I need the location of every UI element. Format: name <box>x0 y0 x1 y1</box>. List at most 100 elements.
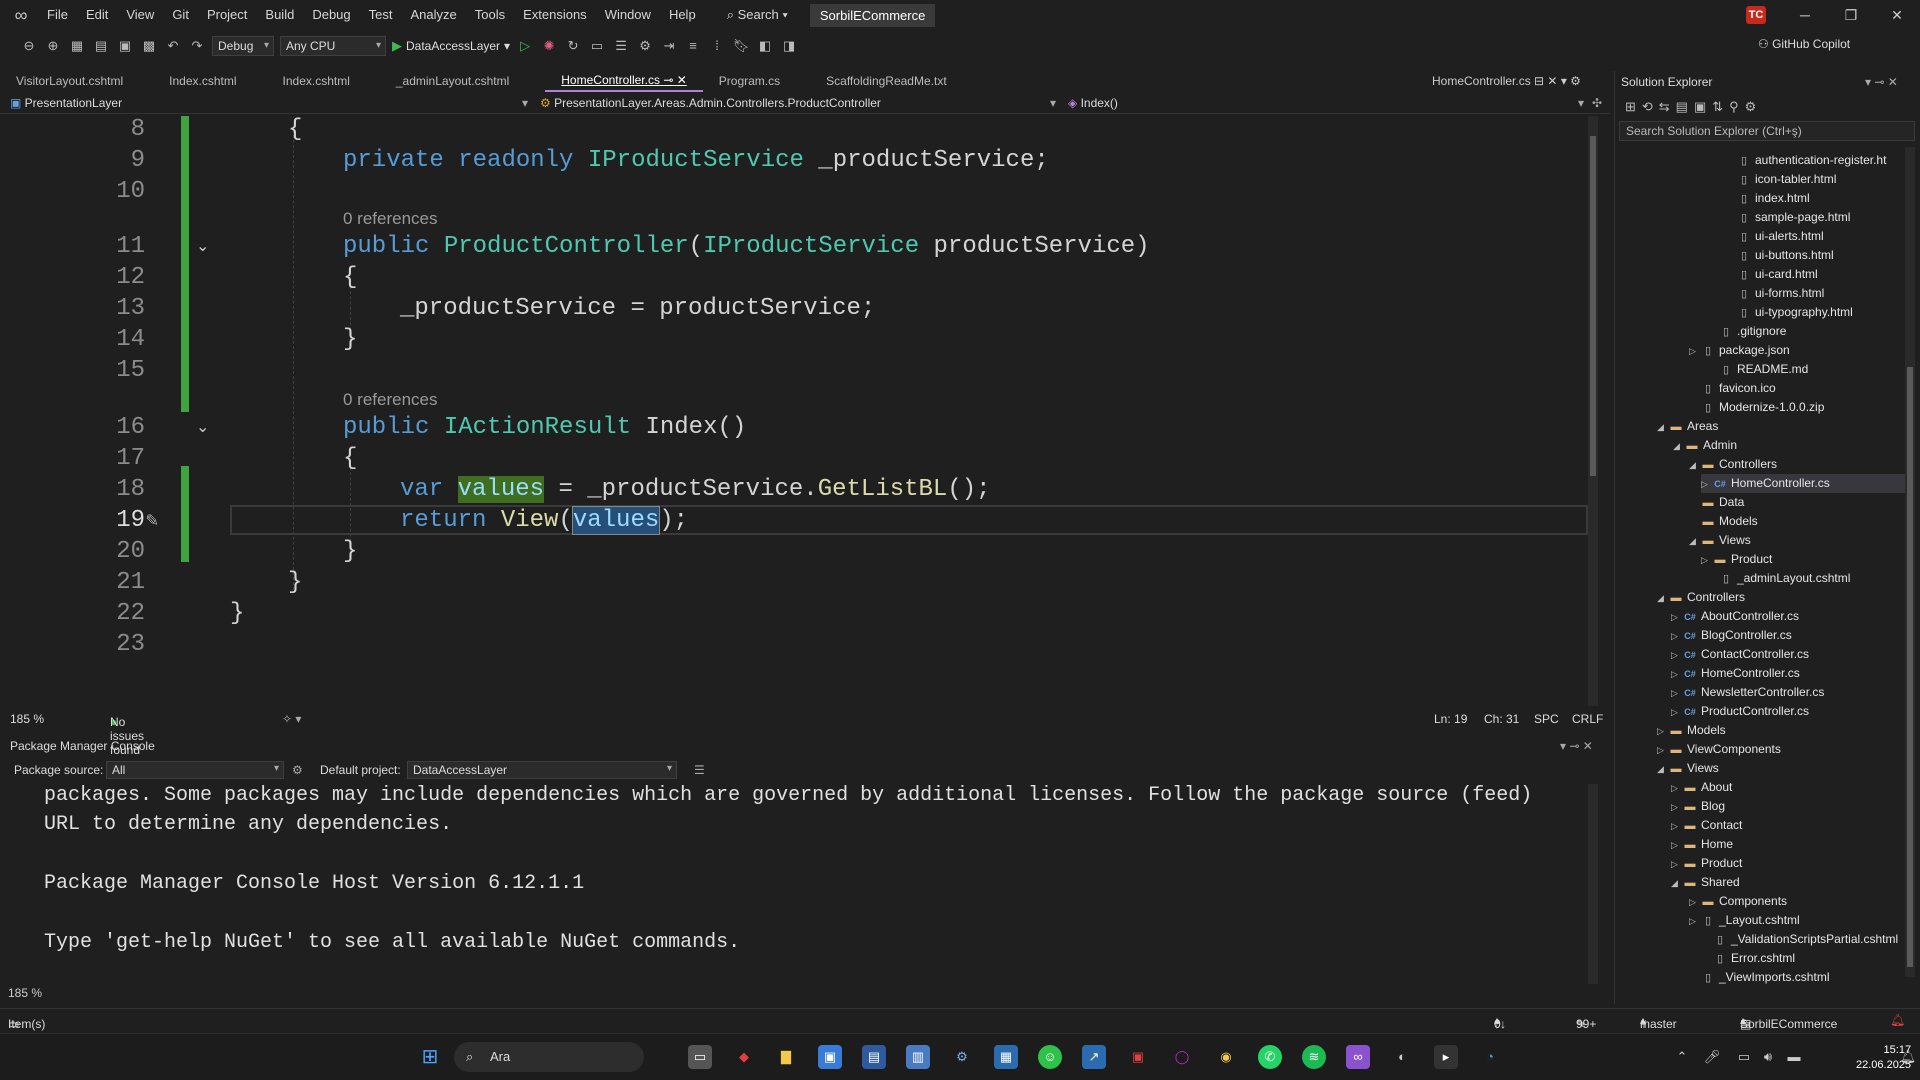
store-icon[interactable]: ▥ <box>906 1045 930 1069</box>
expand-arrow-icon[interactable]: ▷ <box>1701 475 1713 494</box>
expand-arrow-icon[interactable]: ▷ <box>1671 779 1683 798</box>
save-icon[interactable]: ▣ <box>116 37 134 55</box>
tree-file[interactable]: ▷ C# NewsletterController.cs <box>1671 683 1911 702</box>
step-icon[interactable]: ⇥ <box>660 37 678 55</box>
expand-arrow-icon[interactable]: ▷ <box>1671 684 1683 703</box>
tools-icon[interactable]: ⚙ <box>636 37 654 55</box>
tree-folder[interactable]: ◢ ▬ Views <box>1689 531 1911 550</box>
tree-file[interactable]: ▯ favicon.ico <box>1689 379 1911 398</box>
whitespace-indicator[interactable]: SPC <box>1534 712 1559 726</box>
comment-icon[interactable]: ⁞ <box>708 37 726 55</box>
menu-view[interactable]: View <box>117 0 163 30</box>
tree-file[interactable]: ▯ _ViewImports.cshtml <box>1689 968 1911 987</box>
tree-folder[interactable]: ▷ ▬ Product <box>1671 854 1911 873</box>
tree-folder[interactable]: ▬ Data <box>1689 493 1911 512</box>
tree-folder[interactable]: ◢ ▬ Views <box>1657 759 1911 778</box>
tab-homecontroller[interactable]: HomeController.cs ⊸ ✕ <box>545 70 703 92</box>
code-editor[interactable]: 8{ 9 private readonly IProductService _pr… <box>0 116 1598 706</box>
menu-analyze[interactable]: Analyze <box>401 0 465 30</box>
tree-file[interactable]: ▯ ui-card.html <box>1725 265 1911 284</box>
tree-folder[interactable]: ◢ ▬ Shared <box>1671 873 1911 892</box>
new-project-icon[interactable]: ▦ <box>68 37 86 55</box>
chevron-down-icon[interactable]: ▾ <box>522 96 528 110</box>
battery-icon[interactable]: ▬ <box>1782 1045 1806 1069</box>
tree-folder[interactable]: ▷ ▬ Home <box>1671 835 1911 854</box>
expand-arrow-icon[interactable]: ▷ <box>1671 817 1683 836</box>
tree-file[interactable]: ▯ README.md <box>1707 360 1911 379</box>
restore-icon[interactable]: ❐ <box>1836 4 1866 26</box>
expand-arrow-icon[interactable]: ▷ <box>1671 798 1683 817</box>
type-dropdown[interactable]: ⚙ PresentationLayer.Areas.Admin.Controll… <box>540 96 881 110</box>
expand-arrow-icon[interactable]: ◢ <box>1671 874 1683 893</box>
terminal-icon[interactable]: ▸ <box>1434 1045 1458 1069</box>
chevron-down-icon[interactable]: ▾ <box>1050 96 1056 110</box>
tree-file[interactable]: ▷ C# ContactController.cs <box>1671 645 1911 664</box>
bookmark-next-icon[interactable]: ◨ <box>780 37 798 55</box>
tree-file[interactable]: ▯ ui-typography.html <box>1725 303 1911 322</box>
tree-file[interactable]: ▯ ui-forms.html <box>1725 284 1911 303</box>
app-blue-2-icon[interactable]: ▤ <box>862 1045 886 1069</box>
open-icon[interactable]: ▤ <box>92 37 110 55</box>
app-purple-icon[interactable]: ◯ <box>1170 1045 1194 1069</box>
app-blue-icon[interactable]: ▣ <box>818 1045 842 1069</box>
start-without-debugging-icon[interactable]: ▷ <box>516 37 534 55</box>
branch-indicator[interactable]: ⑂ master ▴ <box>1640 1013 1677 1031</box>
file-explorer-icon[interactable]: ▇ <box>774 1045 798 1069</box>
back-icon[interactable]: ⊖ <box>20 37 38 55</box>
zoom-level[interactable]: 185 % <box>10 712 44 726</box>
refresh-icon[interactable]: ↻ <box>564 37 582 55</box>
tree-folder[interactable]: ▬ Models <box>1689 512 1911 531</box>
tab-visitorlayout[interactable]: VisitorLayout.cshtml <box>0 71 139 91</box>
tree-file[interactable]: ▯ authentication-register.ht <box>1725 151 1911 170</box>
tree-file[interactable]: ▯ _adminLayout.cshtml <box>1707 569 1911 588</box>
expand-arrow-icon[interactable]: ◢ <box>1657 589 1669 608</box>
minimize-icon[interactable]: ─ <box>1790 4 1820 26</box>
expand-arrow-icon[interactable]: ▷ <box>1701 551 1713 570</box>
volume-icon[interactable]: 🔊︎ <box>1756 1045 1780 1069</box>
expand-arrow-icon[interactable]: ▷ <box>1671 608 1683 627</box>
bookmark-icon[interactable]: 🔖︎ <box>732 37 750 55</box>
taskbar-search[interactable]: ⌕ Ara <box>454 1042 644 1072</box>
tree-file[interactable]: ▯ Modernize-1.0.0.zip <box>1689 398 1911 417</box>
package-source-dropdown[interactable]: All <box>106 761 284 779</box>
menu-build[interactable]: Build <box>256 0 303 30</box>
tree-file[interactable]: ▯ _ValidationScriptsPartial.cshtml <box>1701 930 1911 949</box>
codelens-references[interactable]: 0 references <box>343 209 438 229</box>
scrollbar-thumb[interactable] <box>1590 136 1596 476</box>
tree-folder[interactable]: ▷ ▬ About <box>1671 778 1911 797</box>
whatsapp-icon[interactable]: ✆ <box>1258 1045 1282 1069</box>
default-project-dropdown[interactable]: DataAccessLayer <box>407 761 677 779</box>
expand-arrow-icon[interactable]: ▷ <box>1671 627 1683 646</box>
menu-help[interactable]: Help <box>660 0 705 30</box>
tree-file[interactable]: ▷ C# BlogController.cs <box>1671 626 1911 645</box>
menu-debug[interactable]: Debug <box>303 0 359 30</box>
panel-options-icon[interactable]: ▾ ⊸ ✕ <box>1560 736 1593 756</box>
close-icon[interactable]: ✕ <box>1882 4 1912 26</box>
preview-tab[interactable]: HomeController.cs ⊟ ✕ ▾ ⚙ <box>1432 71 1581 91</box>
menu-file[interactable]: File <box>38 0 77 30</box>
member-dropdown[interactable]: ◈ Index() <box>1068 96 1118 110</box>
expand-arrow-icon[interactable]: ▷ <box>1689 912 1701 931</box>
line-ending-indicator[interactable]: CRLF <box>1572 712 1603 726</box>
tab-index-1[interactable]: Index.cshtml <box>139 71 252 91</box>
configuration-dropdown[interactable]: Debug <box>212 36 274 56</box>
tree-folder[interactable]: ◢ ▬ Areas <box>1657 417 1911 436</box>
tree-file[interactable]: ▯ icon-tabler.html <box>1725 170 1911 189</box>
undo-icon[interactable]: ↶ <box>164 37 182 55</box>
expand-arrow-icon[interactable]: ▷ <box>1689 342 1701 361</box>
column-indicator[interactable]: Ch: 31 <box>1484 712 1519 726</box>
expand-arrow-icon[interactable]: ▷ <box>1657 741 1669 760</box>
forward-icon[interactable]: ⊕ <box>44 37 62 55</box>
chrome-icon[interactable]: ◉ <box>1214 1045 1238 1069</box>
console-vertical-scrollbar[interactable] <box>1588 784 1638 984</box>
tree-file[interactable]: ▷ ▯ package.json <box>1689 341 1911 360</box>
expand-arrow-icon[interactable]: ▷ <box>1671 646 1683 665</box>
notification-icon[interactable]: 🔔︎ <box>1890 1013 1905 1027</box>
save-all-icon[interactable]: ▩ <box>140 37 158 55</box>
repository-indicator[interactable]: ▤ SorbilECommerce ▴ <box>1740 1013 1837 1031</box>
errors-indicator[interactable]: ↑↓ 0 / 0 ▴ <box>1494 1013 1506 1059</box>
expand-arrow-icon[interactable]: ◢ <box>1657 760 1669 779</box>
format-icon[interactable]: ≡ <box>684 37 702 55</box>
chevron-down-icon[interactable]: ▾ <box>1578 96 1584 110</box>
layout-icon[interactable]: ☰ <box>612 37 630 55</box>
